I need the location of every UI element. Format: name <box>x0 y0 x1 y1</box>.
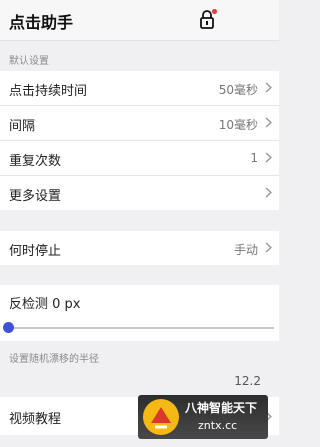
slider-track[interactable] <box>8 327 274 329</box>
page-title: 点击助手 <box>9 13 74 32</box>
slider-thumb[interactable] <box>3 322 14 333</box>
lock-icon[interactable] <box>199 9 217 29</box>
row-when-to-stop[interactable]: 何时停止 手动 <box>0 231 279 265</box>
row-label: 更多设置 <box>9 189 62 204</box>
watermark-url: zntx.cc <box>198 419 238 432</box>
row-value: 手动 <box>233 243 258 257</box>
section-label-drift: 设置随机漂移的半径 <box>9 354 99 365</box>
row-label: 间隔 <box>9 119 36 134</box>
row-interval[interactable]: 间隔 10毫秒 <box>0 106 279 141</box>
chevron-right-icon <box>265 242 272 253</box>
chevron-right-icon <box>265 152 272 163</box>
chevron-right-icon <box>265 117 272 128</box>
chevron-right-icon <box>265 82 272 93</box>
anti-detect-card: 反检测 0 px <box>0 285 279 341</box>
notification-dot <box>212 9 217 14</box>
row-value: 10毫秒 <box>218 118 258 132</box>
stop-settings-group: 何时停止 手动 <box>0 231 279 265</box>
section-label-default: 默认设置 <box>9 56 49 67</box>
chevron-right-icon <box>265 187 272 198</box>
drift-value[interactable]: 12.2 <box>234 374 261 388</box>
row-value: 1 <box>250 151 258 165</box>
row-label: 何时停止 <box>9 244 62 259</box>
row-click-duration[interactable]: 点击持续时间 50毫秒 <box>0 71 279 106</box>
anti-detect-label: 反检测 0 px <box>9 297 81 312</box>
default-settings-group: 点击持续时间 50毫秒 间隔 10毫秒 重复次数 1 更多设置 <box>0 71 279 210</box>
row-more-settings[interactable]: 更多设置 <box>0 176 279 210</box>
row-label: 点击持续时间 <box>9 84 88 99</box>
row-value: 50毫秒 <box>218 83 258 97</box>
watermark-text: 八神智能天下 <box>185 401 258 415</box>
row-label: 视频教程 <box>9 412 62 427</box>
row-repeat-count[interactable]: 重复次数 1 <box>0 141 279 176</box>
watermark-logo-icon <box>141 397 181 437</box>
watermark: 八神智能天下 zntx.cc <box>138 395 268 439</box>
app-header: 点击助手 <box>0 0 279 41</box>
row-label: 重复次数 <box>9 154 62 169</box>
